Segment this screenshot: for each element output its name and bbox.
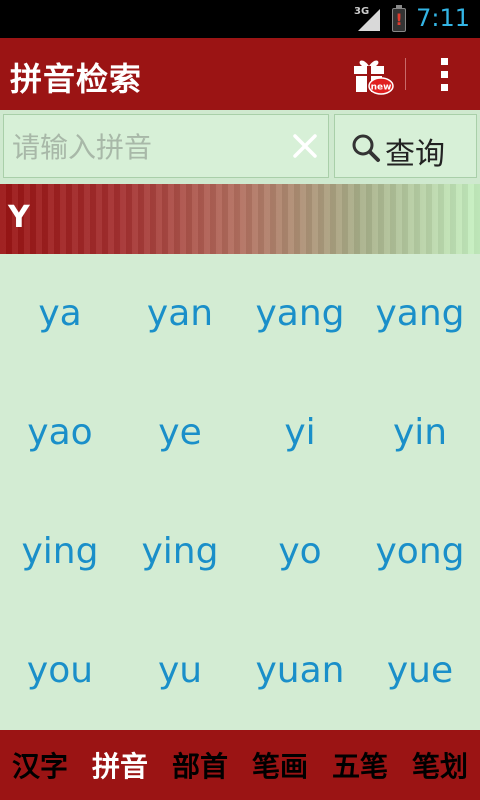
tab-strokes[interactable]: 笔画 bbox=[240, 745, 320, 785]
syllable-item[interactable]: you bbox=[0, 611, 120, 730]
tab-radical[interactable]: 部首 bbox=[160, 745, 240, 785]
syllable-item[interactable]: ying bbox=[120, 492, 240, 611]
syllable-item[interactable]: yang bbox=[360, 254, 480, 373]
letter-section-header: Y bbox=[0, 184, 480, 254]
syllable-item[interactable]: yo bbox=[240, 492, 360, 611]
query-button-label: 查询 bbox=[385, 137, 445, 172]
overflow-dot-icon bbox=[441, 84, 448, 91]
page-title: 拼音检索 bbox=[10, 60, 143, 98]
syllable-item[interactable]: yao bbox=[0, 373, 120, 492]
syllable-item[interactable]: ying bbox=[0, 492, 120, 611]
status-clock: 7:11 bbox=[416, 4, 470, 32]
syllable-item[interactable]: yuan bbox=[240, 611, 360, 730]
battery-alert-icon: ! bbox=[392, 5, 406, 32]
gift-icon: new bbox=[354, 60, 394, 95]
search-icon bbox=[352, 134, 380, 162]
overflow-menu-button[interactable] bbox=[426, 56, 462, 94]
gift-new-button[interactable]: new bbox=[350, 52, 394, 96]
action-divider bbox=[405, 58, 406, 90]
syllable-item[interactable]: yang bbox=[240, 254, 360, 373]
search-field bbox=[3, 114, 329, 179]
overflow-dot-icon bbox=[441, 71, 448, 78]
signal-icon bbox=[358, 9, 380, 31]
syllable-item[interactable]: ye bbox=[120, 373, 240, 492]
search-row: 查询 bbox=[0, 110, 480, 184]
bottom-tab-bar: 汉字 拼音 部首 笔画 五笔 笔划 bbox=[0, 730, 480, 800]
syllable-item[interactable]: yue bbox=[360, 611, 480, 730]
overflow-dot-icon bbox=[441, 58, 448, 65]
syllable-item[interactable]: yi bbox=[240, 373, 360, 492]
tab-pinyin[interactable]: 拼音 bbox=[80, 745, 160, 785]
header-stripes bbox=[0, 184, 480, 254]
new-badge: new bbox=[371, 83, 392, 93]
tab-wubi[interactable]: 五笔 bbox=[320, 745, 400, 785]
syllable-item[interactable]: yan bbox=[120, 254, 240, 373]
pinyin-search-input[interactable] bbox=[10, 115, 284, 179]
syllable-item[interactable]: yin bbox=[360, 373, 480, 492]
status-bar: 3G ! 7:11 bbox=[0, 0, 480, 38]
action-bar: 拼音检索 new bbox=[0, 38, 480, 110]
syllable-item[interactable]: yu bbox=[120, 611, 240, 730]
syllable-item[interactable]: yong bbox=[360, 492, 480, 611]
syllable-grid: ya yan yang yang yao ye yi yin ying ying… bbox=[0, 254, 480, 730]
tab-stroke-order[interactable]: 笔划 bbox=[400, 745, 480, 785]
syllable-item[interactable]: ya bbox=[0, 254, 120, 373]
section-letter: Y bbox=[8, 200, 30, 235]
tab-hanzi[interactable]: 汉字 bbox=[0, 745, 80, 785]
clear-icon[interactable] bbox=[292, 133, 318, 159]
query-button[interactable]: 查询 bbox=[334, 114, 477, 178]
